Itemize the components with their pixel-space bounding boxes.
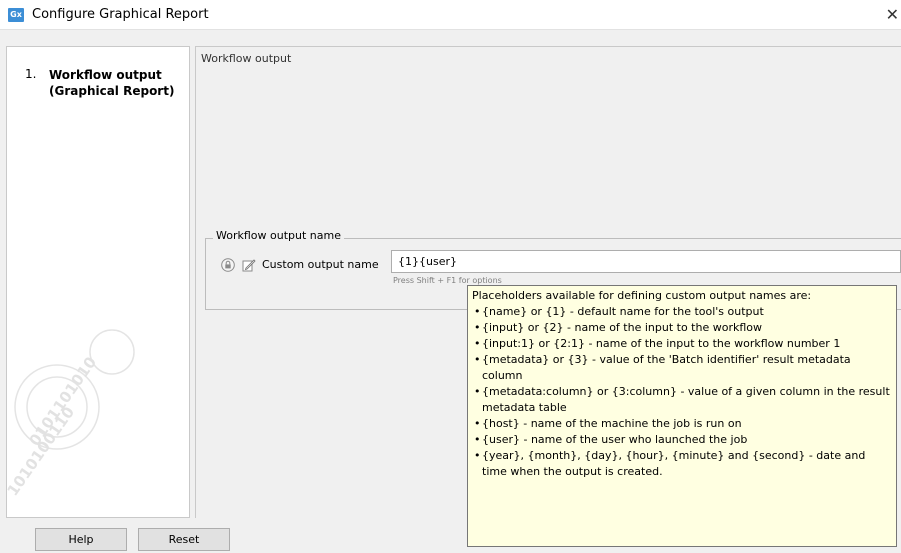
window-title: Configure Graphical Report (32, 7, 209, 22)
help-button[interactable]: Help (35, 528, 127, 551)
app-icon: Gx (8, 8, 24, 22)
tooltip-heading: Placeholders available for defining cust… (472, 289, 812, 302)
edit-icon[interactable] (242, 258, 256, 272)
placeholder-item: {metadata} or {3} - value of the 'Batch … (474, 352, 892, 384)
group-legend: Workflow output name (213, 229, 344, 242)
placeholder-item: {metadata:column} or {3:column} - value … (474, 384, 892, 416)
step-number: 1. (25, 67, 37, 81)
title-bar: Gx Configure Graphical Report ✕ (0, 0, 901, 30)
steps-panel: 1. Workflow output (Graphical Report) 01… (6, 46, 190, 518)
placeholder-item: {input} or {2} - name of the input to th… (474, 320, 892, 336)
placeholder-item: {user} - name of the user who launched t… (474, 432, 892, 448)
custom-output-name-input[interactable] (391, 250, 901, 273)
watermark-logo: 0101101010 1010100110 (7, 329, 135, 499)
placeholder-item: {name} or {1} - default name for the too… (474, 304, 892, 320)
lock-icon[interactable] (221, 258, 235, 272)
placeholder-item: {input:1} or {2:1} - name of the input t… (474, 336, 892, 352)
step-item-workflow-output[interactable]: Workflow output (Graphical Report) (49, 67, 189, 99)
placeholder-list: {name} or {1} - default name for the too… (474, 304, 892, 480)
reset-button[interactable]: Reset (138, 528, 230, 551)
placeholder-item: {host} - name of the machine the job is … (474, 416, 892, 432)
custom-output-name-label: Custom output name (262, 258, 379, 271)
placeholders-tooltip: Placeholders available for defining cust… (467, 285, 897, 547)
field-hint: Press Shift + F1 for options (393, 276, 502, 285)
placeholder-item: {year}, {month}, {day}, {hour}, {minute}… (474, 448, 892, 480)
section-title: Workflow output (201, 52, 292, 65)
close-icon[interactable]: ✕ (886, 5, 899, 24)
